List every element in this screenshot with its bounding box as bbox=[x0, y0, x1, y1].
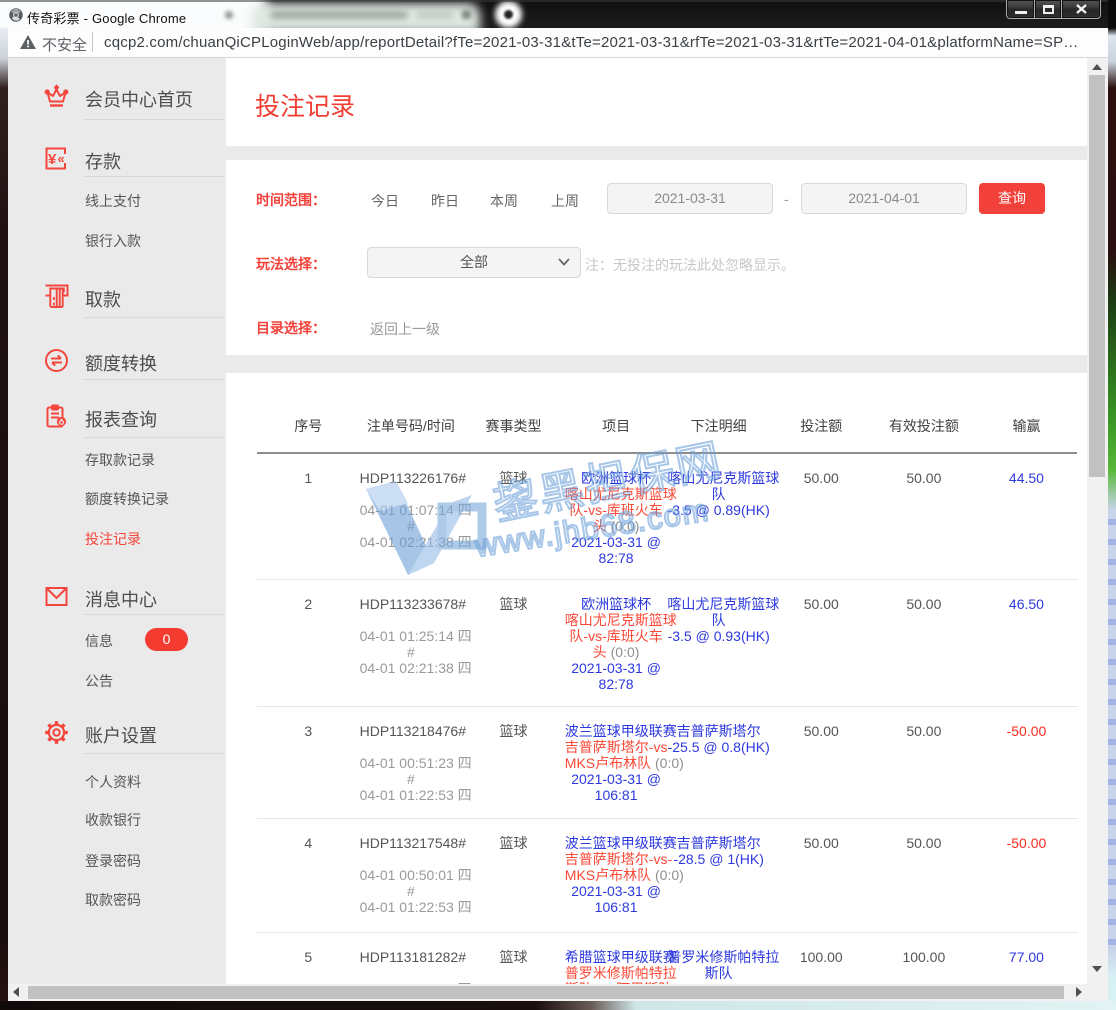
svg-text:«: « bbox=[58, 151, 65, 166]
svg-text:¥: ¥ bbox=[48, 151, 57, 168]
